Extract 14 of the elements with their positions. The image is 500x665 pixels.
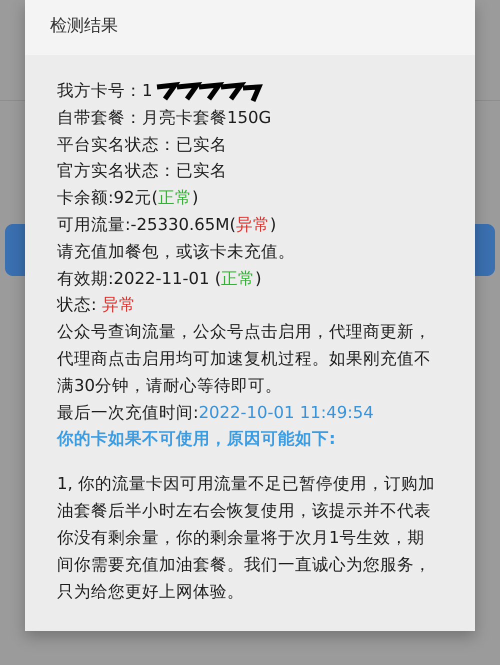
- info-line: 状态: 异常: [57, 295, 136, 314]
- info-line: 官方实名状态：已实名: [57, 161, 227, 180]
- info-line: 自带套餐：月亮卡套餐150G: [57, 108, 272, 127]
- info-line: 有效期:2022-11-01 (正常): [57, 268, 262, 288]
- reasons-heading: 你的卡如果不可使用，原因可能如下:: [57, 428, 337, 450]
- notice-paragraph: 1, 你的流量卡因可用流量不足已暂停使用，订购加油套餐后半小时左右会恢复使用，该提示并不代表你没有剩余量，你的剩余量将于次月1号生效，期间你需要充值加油套餐。我们一直诚心为您服务，只为给您更好上网体验。: [57, 473, 436, 604]
- info-line: 平台实名状态：已实名: [57, 134, 227, 154]
- info-line: 请充值加餐包，或该卡未充值。: [57, 242, 295, 261]
- dialog-title: 检测结果: [25, 0, 475, 55]
- info-line: 最后一次充值时间:2022-10-01 11:49:54: [57, 402, 374, 422]
- info-line: 可用流量:-25330.65M(异常): [57, 214, 276, 234]
- info-line: 公众号查询流量，公众号点击启用，代理商更新，代理商点击启用均可加速复机过程。如果刚充值不满30分钟，请耐心等待即可。: [57, 322, 431, 395]
- info-line: 我方卡号：1: [57, 81, 152, 100]
- info-line: 卡余额:92元(正常): [57, 188, 198, 208]
